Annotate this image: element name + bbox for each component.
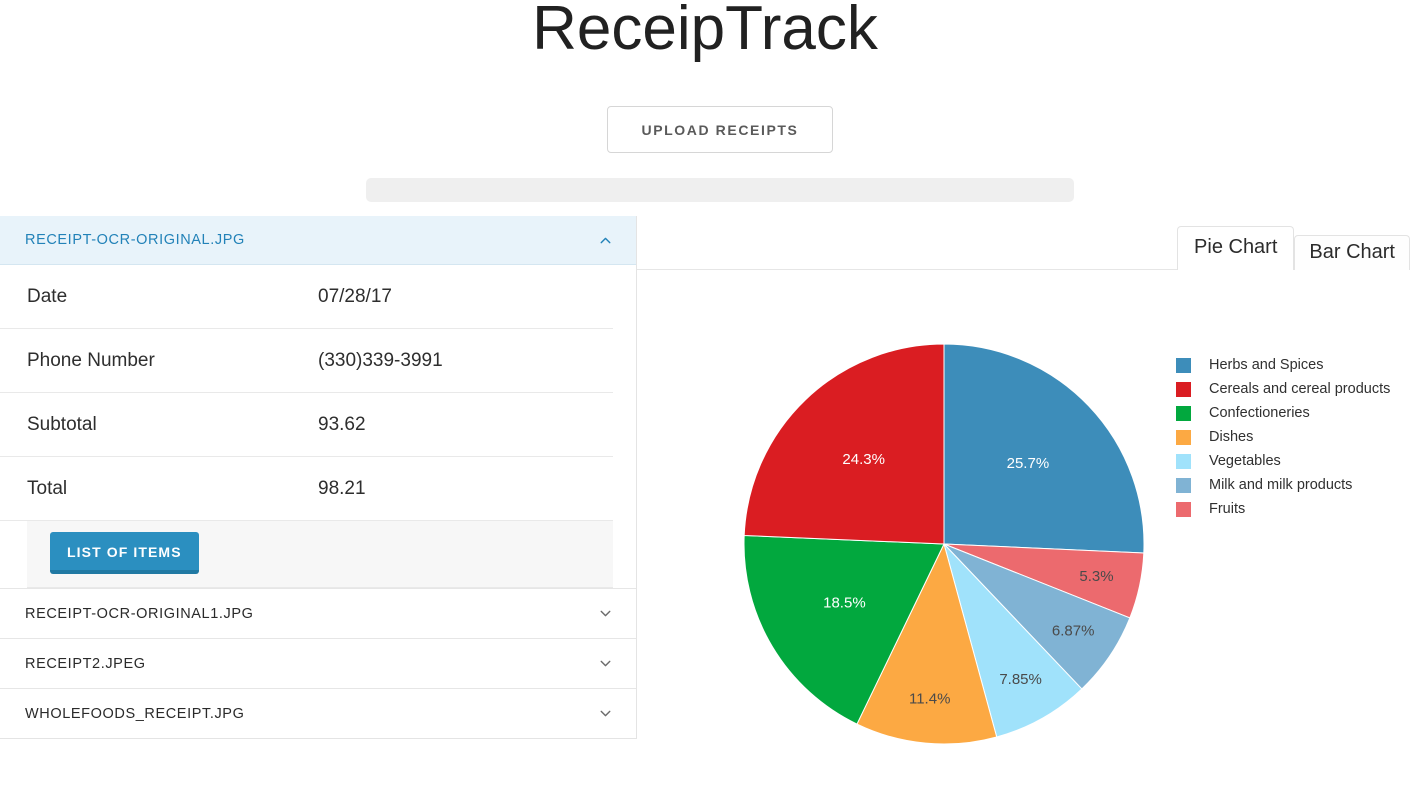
legend-item[interactable]: Herbs and Spices xyxy=(1176,353,1390,377)
list-of-items-button[interactable]: List of Items xyxy=(50,532,199,574)
chevron-down-icon[interactable] xyxy=(597,605,614,622)
legend-label: Fruits xyxy=(1209,501,1246,517)
accordion-header-receipt2[interactable]: RECEIPT2.JPEG xyxy=(0,639,636,688)
accordion-body: Date 07/28/17 Phone Number (330)339-3991… xyxy=(0,265,636,588)
legend-label: Vegetables xyxy=(1209,453,1281,469)
table-row: Total 98.21 xyxy=(0,457,613,521)
table-row: Date 07/28/17 xyxy=(0,265,613,329)
app-root: ReceipTrack Upload Receipts RECEIPT-OCR-… xyxy=(0,0,1410,793)
tab-label: Pie Chart xyxy=(1194,235,1278,258)
legend-label: Confectioneries xyxy=(1209,405,1310,421)
chevron-down-icon[interactable] xyxy=(597,655,614,672)
page-title: ReceipTrack xyxy=(532,0,878,63)
accordion-item-receipt-ocr-original1: RECEIPT-OCR-ORIGINAL1.JPG xyxy=(0,589,636,639)
pie-slice[interactable] xyxy=(943,343,1145,554)
pie-slice-label: 7.85% xyxy=(999,671,1042,688)
legend-item[interactable]: Vegetables xyxy=(1176,449,1390,473)
table-row: Subtotal 93.62 xyxy=(0,393,613,457)
field-value-total: 98.21 xyxy=(318,478,366,499)
accordion-title: RECEIPT-OCR-ORIGINAL1.JPG xyxy=(25,605,254,622)
accordion-header-receipt-ocr-original1[interactable]: RECEIPT-OCR-ORIGINAL1.JPG xyxy=(0,589,636,638)
legend-label: Cereals and cereal products xyxy=(1209,381,1391,397)
pie-slice-label: 25.7% xyxy=(1007,455,1050,472)
pie-chart-svg[interactable]: 25.7% 5.3% 6.87% 7.85% 11.4% 18.5% 24.3% xyxy=(637,270,1410,793)
pie-slice-label: 24.3% xyxy=(842,451,885,468)
legend-item[interactable]: Milk and milk products xyxy=(1176,473,1390,497)
upload-receipts-button[interactable]: Upload Receipts xyxy=(607,106,833,153)
field-label-total: Total xyxy=(27,478,68,499)
legend-item[interactable]: Confectioneries xyxy=(1176,401,1390,425)
pie-slice-label: 18.5% xyxy=(823,594,866,611)
pie-slice[interactable] xyxy=(743,343,945,545)
field-label-phone-number: Phone Number xyxy=(27,350,155,371)
legend-item[interactable]: Cereals and cereal products xyxy=(1176,377,1390,401)
table-row: Phone Number (330)339-3991 xyxy=(0,329,613,393)
receipt-fields-table: Date 07/28/17 Phone Number (330)339-3991… xyxy=(0,265,613,521)
chevron-up-icon[interactable] xyxy=(597,232,614,249)
tab-pie-chart[interactable]: Pie Chart xyxy=(1177,226,1295,270)
receipt-fields-wrapper: Date 07/28/17 Phone Number (330)339-3991… xyxy=(0,265,636,521)
accordion-header-wholefoods-receipt[interactable]: WHOLEFOODS_RECEIPT.JPG xyxy=(0,689,636,738)
pie-slice-label: 6.87% xyxy=(1052,622,1095,639)
legend-color-swatch xyxy=(1176,501,1191,517)
accordion-item-receipt-ocr-original: RECEIPT-OCR-ORIGINAL.JPG Date 07/28/17 P… xyxy=(0,216,636,589)
pie-slice-label: 11.4% xyxy=(909,690,950,707)
accordion-title: RECEIPT2.JPEG xyxy=(25,655,146,672)
chevron-down-icon[interactable] xyxy=(597,705,614,722)
accordion-header-receipt-ocr-original[interactable]: RECEIPT-OCR-ORIGINAL.JPG xyxy=(0,216,636,265)
legend-color-swatch xyxy=(1176,357,1191,373)
field-value-date: 07/28/17 xyxy=(318,286,392,307)
field-value-subtotal: 93.62 xyxy=(318,414,366,435)
legend-label: Dishes xyxy=(1209,429,1254,445)
accordion-title: WHOLEFOODS_RECEIPT.JPG xyxy=(25,705,245,722)
pie-slice-label: 5.3% xyxy=(1079,568,1113,585)
field-label-subtotal: Subtotal xyxy=(27,414,97,435)
legend-color-swatch xyxy=(1176,381,1191,397)
tab-bar-chart[interactable]: Bar Chart xyxy=(1294,235,1410,270)
receipts-accordion: RECEIPT-OCR-ORIGINAL.JPG Date 07/28/17 P… xyxy=(0,216,637,739)
legend-color-swatch xyxy=(1176,405,1191,421)
legend-color-swatch xyxy=(1176,477,1191,493)
upload-progress-bar xyxy=(366,178,1074,202)
tab-label: Bar Chart xyxy=(1309,240,1395,263)
chart-legend: Herbs and Spices Cereals and cereal produ… xyxy=(1176,353,1390,521)
field-label-date: Date xyxy=(27,286,68,307)
field-value-phone-number: (330)339-3991 xyxy=(318,350,443,371)
legend-item[interactable]: Dishes xyxy=(1176,425,1390,449)
pie-chart-container: 25.7% 5.3% 6.87% 7.85% 11.4% 18.5% 24.3% xyxy=(637,270,1410,793)
list-of-items-bar: List of Items xyxy=(27,521,613,588)
accordion-title: RECEIPT-OCR-ORIGINAL.JPG xyxy=(25,232,245,248)
legend-label: Herbs and Spices xyxy=(1209,357,1324,373)
legend-color-swatch xyxy=(1176,429,1191,445)
accordion-item-wholefoods-receipt: WHOLEFOODS_RECEIPT.JPG xyxy=(0,689,636,738)
legend-color-swatch xyxy=(1176,453,1191,469)
chart-tabs: Pie Chart Bar Chart xyxy=(637,216,1410,270)
legend-item[interactable]: Fruits xyxy=(1176,497,1390,521)
accordion-item-receipt2: RECEIPT2.JPEG xyxy=(0,639,636,689)
legend-label: Milk and milk products xyxy=(1209,477,1353,493)
